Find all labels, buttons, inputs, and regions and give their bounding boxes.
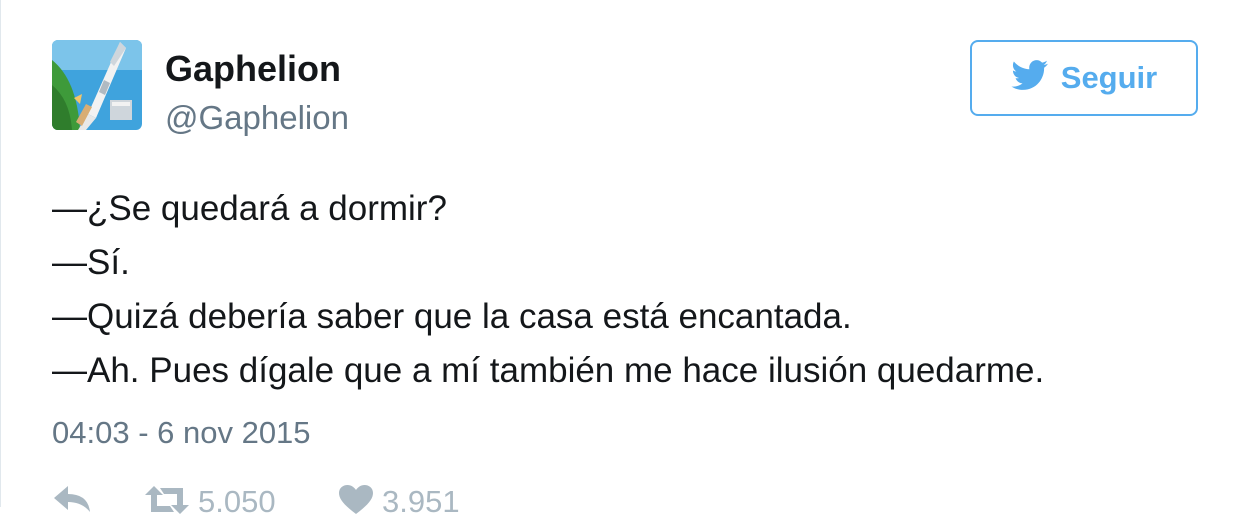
- reply-icon: [52, 482, 92, 519]
- tweet-timestamp[interactable]: 04:03 - 6 nov 2015: [52, 413, 311, 453]
- tweet-line: —¿Se quedará a dormir?: [52, 189, 447, 228]
- tweet-actions: 5.050 3.951: [52, 482, 498, 522]
- like-button[interactable]: 3.951: [338, 482, 498, 522]
- user-handle[interactable]: @Gaphelion: [165, 98, 349, 138]
- twitter-bird-icon: [1011, 60, 1049, 96]
- tweet-line: —Sí.: [52, 243, 130, 282]
- tweet-line: —Quizá debería saber que la casa está en…: [52, 297, 852, 336]
- retweet-icon: [144, 484, 190, 521]
- heart-icon: [338, 484, 374, 521]
- reply-button[interactable]: [52, 482, 144, 519]
- tweet-text: —¿Se quedará a dormir? —Sí. —Quizá deber…: [52, 182, 1044, 398]
- tweet-card: Gaphelion @Gaphelion Seguir —¿Se quedará…: [0, 0, 1239, 519]
- follow-button[interactable]: Seguir: [970, 40, 1198, 116]
- follow-button-label: Seguir: [1060, 60, 1158, 95]
- rocket-avatar-image: [52, 40, 142, 130]
- user-avatar[interactable]: [52, 40, 142, 130]
- retweet-count: 5.050: [198, 484, 276, 519]
- tweet-line: —Ah. Pues dígale que a mí también me hac…: [52, 351, 1045, 390]
- retweet-button[interactable]: 5.050: [144, 482, 338, 522]
- like-count: 3.951: [382, 484, 460, 519]
- user-display-name[interactable]: Gaphelion: [165, 48, 341, 90]
